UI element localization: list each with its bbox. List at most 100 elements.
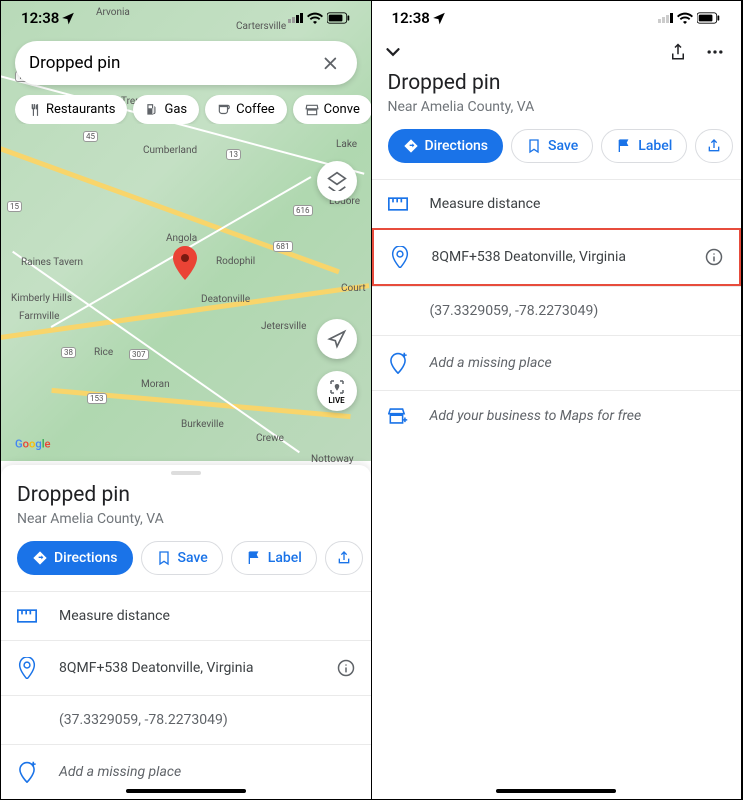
location-arrow-icon	[432, 11, 446, 25]
share-button[interactable]	[325, 541, 363, 575]
more-options-button[interactable]	[705, 42, 725, 62]
ruler-icon	[388, 197, 408, 211]
coordinates-row[interactable]: (37.3329059, -78.2273049)	[372, 286, 742, 335]
detail-header	[372, 33, 742, 67]
signal-icon	[658, 13, 673, 23]
chip-convenience[interactable]: Conve	[293, 95, 371, 124]
share-icon	[706, 138, 722, 154]
location-arrow-icon	[61, 11, 75, 25]
bookmark-icon	[156, 550, 172, 566]
measure-distance-row[interactable]: Measure distance	[372, 179, 742, 228]
left-panel: Arvonia Cartersville Trents Mill Cumberl…	[1, 1, 372, 799]
map-place: Rice	[94, 347, 113, 358]
svg-text:Google: Google	[15, 438, 51, 451]
measure-distance-row[interactable]: Measure distance	[1, 591, 371, 640]
category-chips: Restaurants Gas Coffee Conve	[15, 95, 371, 124]
add-business-row[interactable]: Add your business to Maps for free	[372, 390, 742, 441]
detail-title: Dropped pin	[372, 67, 742, 95]
row-label: Measure distance	[59, 608, 170, 624]
route-shield: 307	[129, 349, 149, 360]
map-place: Burkeville	[181, 419, 224, 430]
button-label: Save	[178, 550, 208, 566]
plus-code-row-highlighted[interactable]: 8QMF+538 Deatonville, Virginia	[372, 228, 742, 286]
map-place: Cumberland	[143, 145, 197, 156]
battery-icon	[327, 12, 351, 24]
search-bar[interactable]	[15, 41, 357, 85]
chip-gas[interactable]: Gas	[133, 95, 199, 124]
row-label: Measure distance	[430, 196, 541, 212]
location-pin-icon	[390, 246, 410, 268]
save-button[interactable]: Save	[141, 541, 223, 575]
home-indicator[interactable]	[496, 789, 616, 793]
flag-icon	[246, 550, 262, 566]
row-label: (37.3329059, -78.2273049)	[59, 712, 228, 728]
chip-restaurants[interactable]: Restaurants	[15, 95, 127, 124]
status-time: 12:38	[392, 9, 430, 27]
row-label: Add your business to Maps for free	[430, 408, 642, 424]
directions-icon	[403, 138, 419, 154]
info-icon[interactable]	[705, 248, 723, 266]
chip-coffee[interactable]: Coffee	[205, 95, 287, 124]
label-button[interactable]: Label	[601, 129, 687, 163]
status-bar: 12:38	[372, 1, 742, 33]
plus-code-row[interactable]: 8QMF+538 Deatonville, Virginia	[1, 640, 371, 695]
route-shield: 153	[87, 393, 107, 404]
live-view-button[interactable]: LIVE	[317, 371, 357, 411]
battery-icon	[697, 12, 721, 24]
map-place: Crewe	[256, 433, 284, 444]
row-label: Add a missing place	[430, 355, 552, 371]
add-place-icon	[388, 352, 408, 374]
wifi-icon	[307, 12, 323, 24]
map-place: Deatonville	[201, 294, 250, 305]
sheet-subtitle: Near Amelia County, VA	[1, 507, 371, 541]
map-place: Rodophil	[216, 256, 255, 267]
route-shield: 13	[226, 149, 241, 160]
chip-label: Coffee	[236, 102, 275, 117]
row-label: (37.3329059, -78.2273049)	[430, 303, 599, 319]
route-shield: 616	[293, 205, 313, 216]
directions-button[interactable]: Directions	[388, 129, 504, 163]
button-label: Label	[268, 550, 302, 566]
status-time: 12:38	[21, 9, 59, 27]
coordinates-row[interactable]: (37.3329059, -78.2273049)	[1, 695, 371, 744]
row-label: 8QMF+538 Deatonville, Virginia	[59, 660, 253, 676]
live-label: LIVE	[328, 396, 344, 405]
store-icon	[305, 103, 319, 117]
search-input[interactable]	[29, 53, 317, 73]
clear-search-button[interactable]	[317, 50, 343, 76]
button-label: Directions	[54, 550, 118, 566]
info-icon[interactable]	[337, 659, 355, 677]
google-logo: Google	[15, 434, 71, 454]
bookmark-icon	[526, 138, 542, 154]
sheet-drag-handle[interactable]	[171, 471, 201, 475]
add-missing-place-row[interactable]: Add a missing place	[372, 335, 742, 390]
label-button[interactable]: Label	[231, 541, 317, 575]
gas-icon	[145, 103, 159, 117]
flag-icon	[616, 138, 632, 154]
row-label: Add a missing place	[59, 764, 181, 780]
map-place: Moran	[141, 379, 170, 390]
collapse-button[interactable]	[382, 41, 404, 63]
directions-button[interactable]: Directions	[17, 541, 133, 575]
home-indicator[interactable]	[126, 789, 246, 793]
map-place: Farmville	[19, 311, 59, 322]
route-shield: 681	[273, 241, 293, 252]
dropped-pin-marker[interactable]	[173, 246, 197, 280]
status-bar: 12:38	[1, 1, 371, 33]
map-place: Kimberly Hills	[11, 293, 72, 304]
share-button-2[interactable]	[695, 129, 733, 163]
share-button[interactable]	[669, 42, 687, 62]
layers-button[interactable]	[317, 161, 357, 201]
bottom-sheet[interactable]: Dropped pin Near Amelia County, VA Direc…	[1, 465, 371, 799]
wifi-icon	[677, 12, 693, 24]
map-place: Nottoway	[311, 454, 354, 465]
save-button[interactable]: Save	[511, 129, 593, 163]
action-buttons: Directions Save Label	[1, 541, 371, 591]
chip-label: Conve	[324, 102, 360, 117]
right-panel: 12:38 Dropped pin Near Amelia County, VA…	[372, 1, 743, 799]
map-place: Court	[341, 283, 366, 294]
my-location-button[interactable]	[317, 319, 357, 359]
button-label: Save	[548, 138, 578, 154]
map-place: Jetersville	[261, 321, 306, 332]
location-pin-icon	[17, 657, 37, 679]
